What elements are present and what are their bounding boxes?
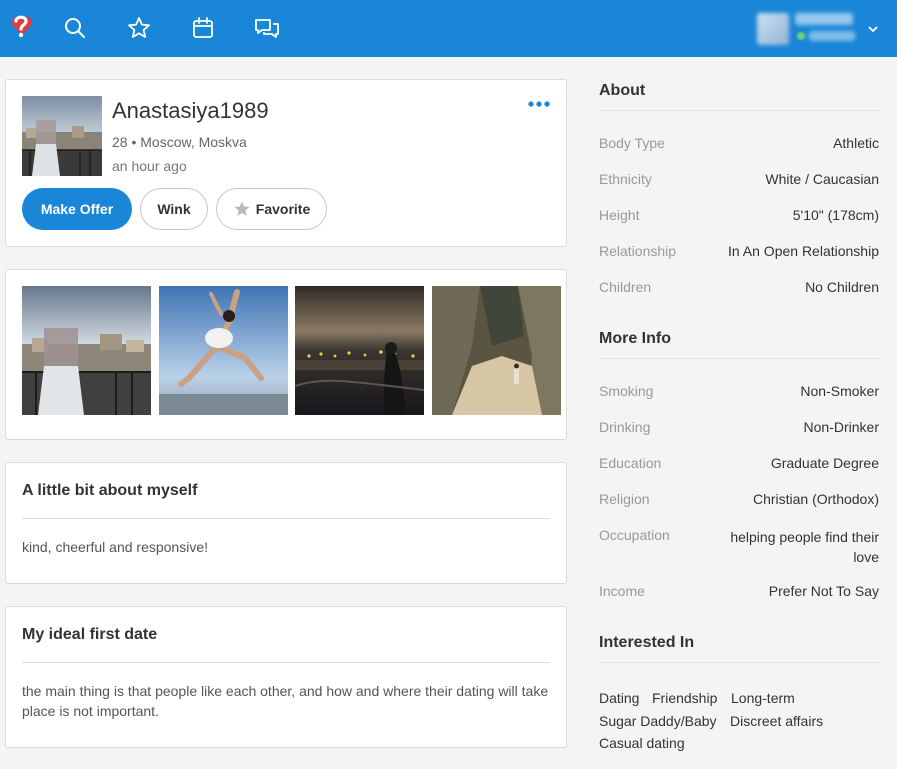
relationship-label: Relationship [599,243,677,259]
interest-tag: Long-term [731,690,795,706]
ideal-date-heading: My ideal first date [22,626,158,643]
interested-in-heading: Interested In [599,634,695,651]
ethnicity-value: White / Caucasian [765,171,879,187]
photo-thumbnail[interactable] [159,286,288,415]
avatar [757,13,789,45]
smoking-value: Non-Smoker [800,383,879,399]
interest-tag: Sugar Daddy/Baby [599,713,717,729]
interest-tag: Casual dating [599,735,685,751]
education-value: Graduate Degree [770,455,879,471]
make-offer-label: Make Offer [40,201,114,217]
calendar-icon[interactable] [188,13,218,43]
divider [599,110,880,111]
ideal-first-date-card: My ideal first date the main thing is th… [5,606,567,748]
body-type-label: Body Type [599,135,665,151]
children-value: No Children [805,279,879,295]
drinking-value: Non-Drinker [803,419,879,435]
favorite-label: Favorite [255,201,311,217]
account-name-blurred [795,13,853,25]
favorite-button[interactable]: Favorite [216,188,327,230]
top-navigation-bar [0,0,897,57]
profile-age-location: 28 • Moscow, Moskva [112,134,247,150]
divider [22,662,550,663]
heart-question-logo[interactable] [4,10,38,44]
occupation-value: helping people find their love [730,529,879,565]
star-icon[interactable] [124,13,154,43]
chat-bubbles-icon[interactable] [252,13,282,43]
search-icon[interactable] [60,13,90,43]
about-myself-card: A little bit about myself kind, cheerful… [5,462,567,584]
photo-thumbnail[interactable] [22,286,151,415]
photo-thumbnail[interactable] [432,286,561,415]
star-icon [234,201,250,216]
account-menu[interactable] [753,10,878,48]
interest-tag: Friendship [652,690,718,706]
drinking-label: Drinking [599,419,651,435]
divider [599,662,880,663]
account-status-blurred [809,31,855,41]
religion-value: Christian (Orthodox) [752,491,879,507]
ethnicity-label: Ethnicity [599,171,652,187]
profile-header-card: Anastasiya1989 28 • Moscow, Moskva an ho… [5,79,567,247]
body-type-value: Athletic [833,135,879,151]
make-offer-button[interactable]: Make Offer [22,188,132,230]
height-label: Height [599,207,640,223]
income-value: Prefer Not To Say [768,583,879,599]
children-label: Children [599,279,652,295]
income-label: Income [599,583,645,599]
ideal-date-text: the main thing is that people like each … [22,683,549,719]
about-heading: About [599,82,646,99]
interest-tag: Dating [599,690,640,706]
profile-username: Anastasiya1989 [112,98,269,123]
smoking-label: Smoking [599,383,654,399]
divider [22,518,550,519]
more-options-icon[interactable] [528,100,550,108]
last-active-time: an hour ago [112,158,187,174]
chevron-down-icon[interactable] [867,24,879,34]
wink-label: Wink [157,201,191,217]
about-myself-text: kind, cheerful and responsive! [22,539,208,555]
relationship-value: In An Open Relationship [728,243,879,259]
occupation-label: Occupation [599,527,670,543]
divider [599,358,880,359]
interest-tag: Discreet affairs [730,713,824,729]
photo-thumbnail[interactable] [295,286,424,415]
photo-gallery-card [5,269,567,440]
online-status-dot [797,32,805,40]
height-value: 5'10" (178cm) [792,207,879,223]
religion-label: Religion [599,491,650,507]
profile-avatar[interactable] [22,96,102,176]
wink-button[interactable]: Wink [140,188,208,230]
education-label: Education [599,455,662,471]
about-myself-heading: A little bit about myself [22,482,198,499]
more-info-heading: More Info [599,330,671,347]
